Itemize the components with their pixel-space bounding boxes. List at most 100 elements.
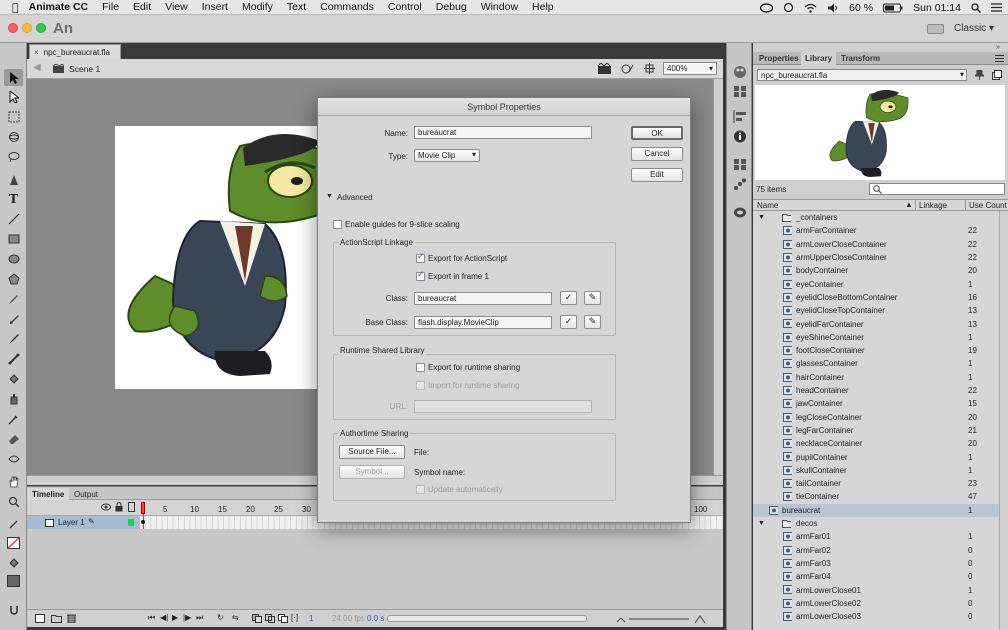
lock-all-layers-icon[interactable]	[115, 502, 123, 512]
validate-base-class-button[interactable]: ✓	[560, 315, 577, 329]
advanced-toggle[interactable]: Advanced	[337, 193, 373, 202]
document-tab[interactable]: × npc_bureaucrat.fla	[29, 44, 121, 59]
components-panel-icon[interactable]	[733, 158, 747, 171]
bone-tool-icon[interactable]	[4, 350, 23, 367]
menu-commands[interactable]: Commands	[320, 1, 374, 13]
line-tool-icon[interactable]	[4, 210, 23, 227]
panel-collapse-icon[interactable]: »	[996, 44, 1000, 51]
info-panel-icon[interactable]	[733, 130, 747, 143]
cc-libraries-panel-icon[interactable]	[733, 206, 747, 219]
apple-icon[interactable]: 	[12, 1, 19, 14]
battery-icon[interactable]	[883, 3, 903, 13]
modify-onion-markers-icon[interactable]: [·]	[291, 613, 298, 622]
selection-tool-icon[interactable]	[4, 69, 23, 86]
library-item-row[interactable]: headContainer 22	[753, 384, 1008, 397]
new-layer-icon[interactable]	[35, 614, 45, 623]
tab-output[interactable]: Output	[69, 488, 103, 500]
elapsed-time[interactable]: 0.0 s	[367, 614, 384, 623]
base-class-input[interactable]: flash.display.MovieClip	[414, 316, 552, 329]
library-item-row[interactable]: armUpperCloseContainer 22	[753, 251, 1008, 264]
panel-menu-icon[interactable]	[995, 55, 1004, 62]
library-item-row[interactable]: legFarContainer 21	[753, 424, 1008, 437]
export-runtime-checkbox[interactable]	[416, 363, 425, 372]
nine-slice-checkbox[interactable]	[333, 220, 342, 229]
library-item-row[interactable]: bodyContainer 20	[753, 264, 1008, 277]
menu-text[interactable]: Text	[287, 1, 306, 13]
step-forward-icon[interactable]: |▶	[183, 613, 191, 622]
layer-outline-color-icon[interactable]	[128, 519, 134, 526]
edit-multiple-frames-icon[interactable]	[278, 614, 288, 623]
ok-button[interactable]: OK	[631, 126, 683, 140]
hand-tool-icon[interactable]	[4, 473, 23, 490]
center-frame-icon[interactable]: ⇆	[232, 613, 239, 622]
paint-bucket-tool-icon[interactable]	[4, 370, 23, 387]
rectangle-tool-icon[interactable]	[4, 230, 23, 247]
stroke-color-icon[interactable]	[4, 515, 23, 532]
timeline-scrollbar[interactable]	[387, 615, 587, 622]
ink-bottle-tool-icon[interactable]	[4, 390, 23, 407]
zoom-tool-icon[interactable]	[4, 493, 23, 510]
library-item-row[interactable]: armFar02 0	[753, 544, 1008, 557]
current-frame[interactable]: 1	[309, 614, 313, 623]
frame-rate[interactable]: 24.00 fps	[332, 614, 365, 623]
class-input[interactable]: bureaucrat	[414, 292, 552, 305]
tab-transform[interactable]: Transform	[837, 52, 884, 65]
menu-window[interactable]: Window	[481, 1, 518, 13]
lasso-tool-icon[interactable]	[4, 148, 23, 165]
column-linkage[interactable]: Linkage	[919, 201, 947, 210]
3d-rotation-tool-icon[interactable]	[4, 128, 23, 145]
column-use-count[interactable]: Use Count	[969, 201, 1007, 210]
export-for-actionscript-checkbox[interactable]	[416, 252, 425, 263]
back-arrow-icon[interactable]: ◀	[33, 62, 41, 73]
width-tool-icon[interactable]	[4, 450, 23, 467]
folder-disclosure-icon[interactable]: ▼	[758, 214, 765, 221]
goto-first-frame-icon[interactable]: ⏮	[148, 613, 155, 623]
library-item-row[interactable]: footCloseContainer 19	[753, 344, 1008, 357]
library-item-row[interactable]: bureaucrat 1	[753, 503, 1008, 517]
show-all-layers-icon[interactable]	[101, 503, 111, 511]
timeline-zoom-slider[interactable]	[629, 618, 689, 620]
onion-skin-outlines-icon[interactable]	[265, 614, 275, 623]
align-panel-icon[interactable]	[733, 110, 747, 123]
oval-tool-icon[interactable]	[4, 250, 23, 267]
notification-center-icon[interactable]	[991, 3, 1002, 12]
edit-button[interactable]: Edit	[631, 168, 683, 182]
library-item-row[interactable]: eyelidFarContainer 13	[753, 317, 1008, 330]
snap-to-objects-icon[interactable]	[4, 601, 23, 618]
new-folder-icon[interactable]	[51, 614, 62, 623]
spotlight-icon[interactable]	[971, 2, 981, 13]
brush-tool-icon[interactable]	[4, 310, 23, 327]
tab-timeline[interactable]: Timeline	[27, 488, 70, 500]
library-item-row[interactable]: armLowerClose01 1	[753, 583, 1008, 596]
type-select[interactable]: Movie Clip ▾	[414, 149, 480, 162]
color-panel-icon[interactable]	[733, 65, 747, 78]
polystar-tool-icon[interactable]	[4, 270, 23, 287]
fill-color-icon[interactable]	[4, 554, 23, 571]
play-icon[interactable]: ▶	[172, 613, 178, 622]
library-item-row[interactable]: jawContainer 15	[753, 397, 1008, 410]
library-item-row[interactable]: armFar04 0	[753, 570, 1008, 583]
zoom-select[interactable]: 400% ▾	[663, 62, 717, 75]
source-file-button[interactable]: Source File...	[339, 445, 405, 459]
zoom-window-button[interactable]	[36, 23, 46, 33]
library-scrollbar[interactable]	[999, 211, 1008, 630]
validate-class-button[interactable]: ✓	[560, 291, 577, 305]
menu-file[interactable]: File	[102, 1, 119, 13]
library-item-row[interactable]: necklaceContainer 20	[753, 437, 1008, 450]
menu-modify[interactable]: Modify	[242, 1, 273, 13]
goto-last-frame-icon[interactable]: ⏭	[196, 613, 203, 623]
name-input[interactable]: bureaucrat	[414, 126, 592, 139]
stage-vertical-scrollbar[interactable]	[713, 79, 723, 475]
layer-name[interactable]: Layer 1	[58, 518, 85, 527]
library-item-row[interactable]: armFarContainer 22	[753, 224, 1008, 237]
library-item-row[interactable]: glassesContainer 1	[753, 357, 1008, 370]
pencil-tool-icon[interactable]	[4, 290, 23, 307]
export-in-frame1-checkbox[interactable]	[416, 270, 425, 281]
workspace-switcher[interactable]: Classic ▾	[954, 23, 994, 34]
library-search-input[interactable]	[869, 183, 1005, 195]
subselection-tool-icon[interactable]	[4, 88, 23, 105]
tab-properties[interactable]: Properties	[755, 52, 803, 65]
library-item-row[interactable]: eyeShineContainer 1	[753, 331, 1008, 344]
eraser-tool-icon[interactable]	[4, 430, 23, 447]
fill-color-swatch[interactable]	[4, 572, 23, 589]
